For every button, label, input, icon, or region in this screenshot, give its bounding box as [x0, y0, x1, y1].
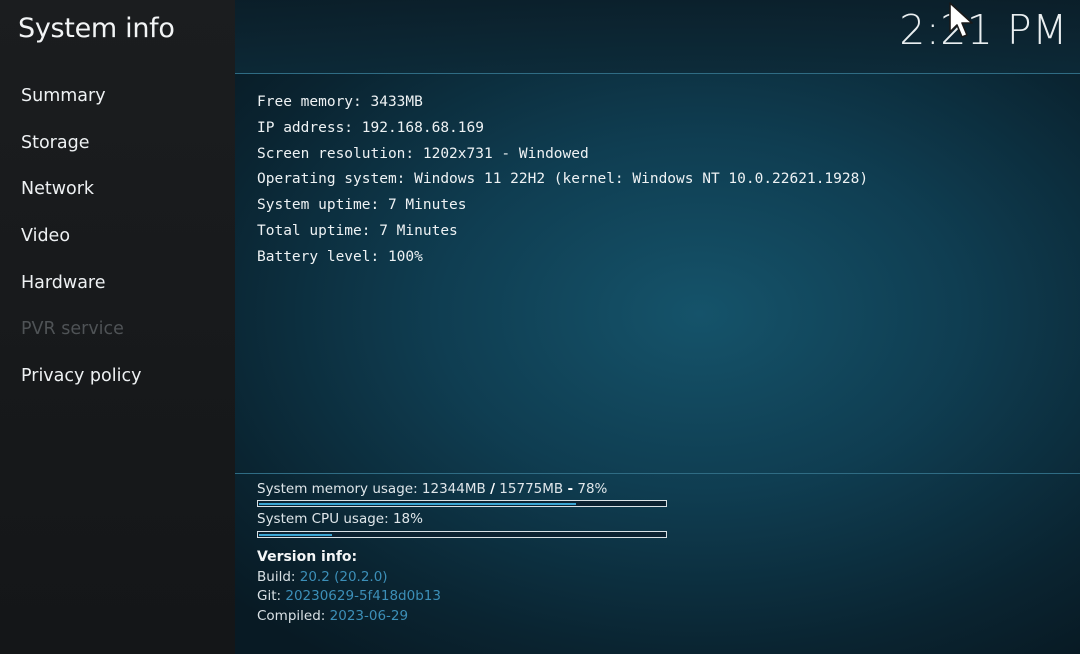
info-free-memory: Free memory: 3433MB — [257, 94, 423, 110]
sidebar-item-video[interactable]: Video — [0, 218, 235, 265]
memory-usage-bar — [257, 500, 667, 507]
sidebar-item-network[interactable]: Network — [0, 171, 235, 218]
info-total-uptime: Total uptime: 7 Minutes — [257, 222, 458, 239]
summary-info-list: Free memory: 3433MB IP address: 192.168.… — [257, 90, 868, 271]
cpu-usage-bar — [257, 531, 667, 538]
header-divider — [235, 73, 1080, 74]
version-compiled-row: Compiled: 2023-06-29 — [257, 607, 441, 627]
sidebar: System info Summary Storage Network Vide… — [0, 0, 235, 654]
sidebar-item-summary[interactable]: Summary — [0, 78, 235, 125]
build-value: 20.2 (20.2.0) — [299, 568, 388, 585]
memory-usage-bar-fill — [259, 503, 576, 505]
info-battery-level: Battery level: 100% — [257, 248, 423, 265]
memory-usage-total: 15775MB — [499, 481, 564, 497]
compiled-value: 2023-06-29 — [329, 607, 409, 624]
version-build-row: Build: 20.2 (20.2.0) — [257, 568, 441, 588]
mouse-pointer-icon — [949, 2, 973, 38]
section-divider — [235, 473, 1080, 474]
memory-usage-label: System memory usage: 12344MB / 15775MB -… — [257, 481, 607, 497]
info-ip-address: IP address: 192.168.68.169 — [257, 119, 484, 136]
memory-usage-text: System memory usage: 12344MB — [257, 481, 486, 497]
info-system-uptime: System uptime: 7 Minutes — [257, 197, 467, 214]
sidebar-item-hardware[interactable]: Hardware — [0, 265, 235, 312]
sidebar-item-privacy-policy[interactable]: Privacy policy — [0, 358, 235, 405]
memory-usage-dash: - — [567, 481, 574, 497]
kodi-system-info-window: System info Summary Storage Network Vide… — [0, 0, 1080, 654]
info-screen-resolution: Screen resolution: 1202x731 - Windowed — [257, 145, 589, 162]
memory-usage-separator: / — [490, 481, 495, 497]
sidebar-item-pvr-service: PVR service — [21, 319, 124, 340]
git-label: Git: — [257, 588, 282, 604]
main-panel: 2:21 PM Free memory: 3433MB IP address: … — [235, 0, 1080, 654]
version-info-title: Version info: — [257, 549, 358, 565]
sidebar-item-storage[interactable]: Storage — [0, 125, 235, 172]
compiled-label: Compiled: — [257, 607, 326, 624]
cpu-usage-label: System CPU usage: 18% — [257, 511, 423, 527]
version-git-row: Git: 20230629-5f418d0b13 — [257, 587, 441, 607]
page-title: System info — [18, 13, 175, 44]
clock: 2:21 PM — [899, 6, 1068, 54]
build-label: Build: — [257, 568, 296, 585]
cpu-usage-bar-fill — [259, 534, 332, 536]
info-operating-system: Operating system: Windows 11 22H2 (kerne… — [257, 171, 869, 188]
git-value: 20230629-5f418d0b13 — [285, 588, 441, 604]
sidebar-menu: Summary Storage Network Video Hardware P… — [0, 78, 235, 405]
version-info: Version info: Build: 20.2 (20.2.0) Git: … — [257, 548, 441, 626]
memory-usage-percent: 78% — [577, 481, 608, 497]
